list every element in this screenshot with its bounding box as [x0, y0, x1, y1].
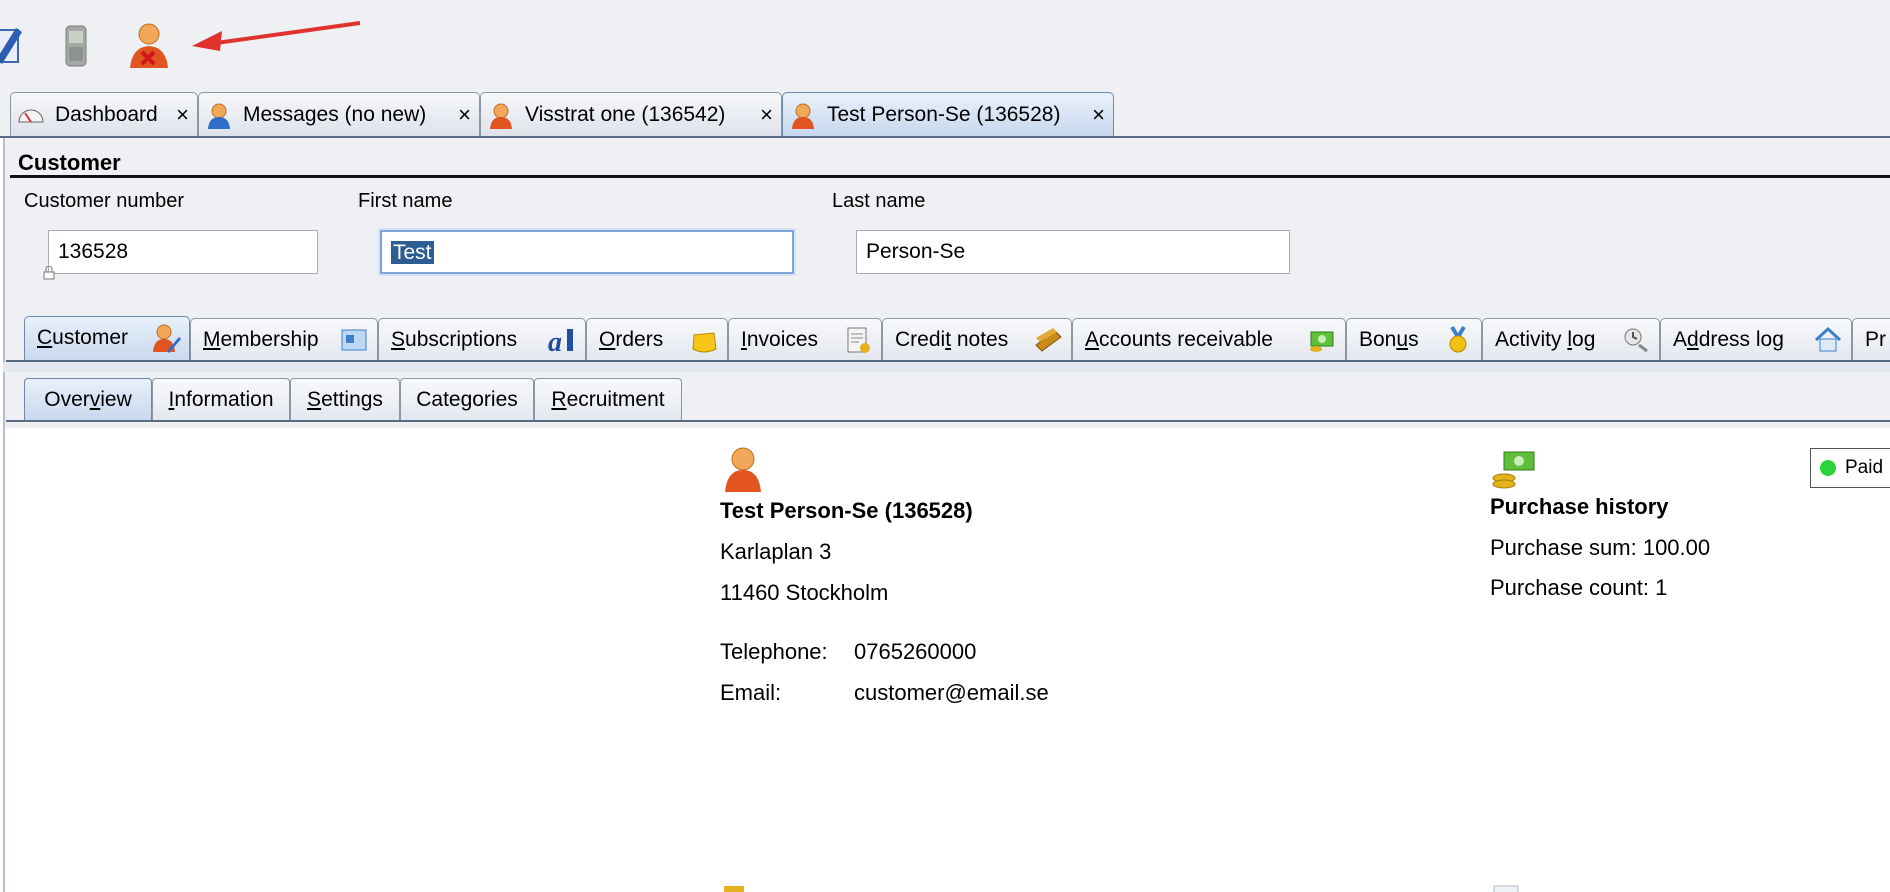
tab-messages[interactable]: Messages (no new) × [198, 92, 480, 137]
tab-more[interactable]: Pr [1852, 318, 1890, 361]
tab-membership[interactable]: Membership [190, 318, 378, 361]
person-message-icon [208, 103, 230, 129]
tab-label: Information [168, 388, 274, 411]
email-label: Email: [720, 680, 782, 705]
tab-label: Orders [599, 328, 664, 351]
tab-information[interactable]: Information [152, 378, 290, 421]
tab-label: Membership [203, 328, 319, 351]
money-stack-icon [1492, 451, 1535, 489]
tab-label: Messages (no new) [243, 103, 427, 126]
customer-number-label: Customer number [24, 190, 185, 212]
tab-label: Customer [37, 326, 129, 349]
tab-subscriptions[interactable]: Subscriptions a [378, 318, 586, 361]
toolbar [0, 0, 1890, 92]
tab-label: Overview [44, 388, 132, 411]
credit-notes-icon [1035, 328, 1062, 352]
person-icon [725, 447, 761, 492]
telephone-value: 0765260000 [854, 639, 977, 664]
tab-invoices[interactable]: Invoices [728, 318, 882, 361]
tab-accounts-receivable[interactable]: Accounts receivable [1072, 318, 1346, 361]
tab-label: Settings [307, 388, 383, 411]
telephone-label: Telephone: [720, 639, 828, 664]
tab-credit-notes[interactable]: Credit notes [882, 318, 1072, 361]
compose-icon[interactable] [0, 20, 36, 70]
postal-address: 11460 Stockholm [720, 580, 889, 605]
lock-icon [43, 266, 55, 280]
last-name-value: Person-Se [866, 240, 966, 263]
section-title: Customer [18, 150, 121, 175]
person-remove-icon[interactable] [124, 20, 174, 70]
last-name-label: Last name [832, 190, 926, 212]
close-icon[interactable]: × [1092, 93, 1105, 137]
purchase-history-title: Purchase history [1490, 494, 1669, 519]
tab-label: Recruitment [551, 388, 665, 411]
tab-label: Accounts receivable [1085, 328, 1273, 351]
tab-address-log[interactable]: Address log [1660, 318, 1852, 361]
document-icon [1493, 885, 1519, 892]
person-icon [490, 103, 512, 129]
status-badge: Paid [1810, 448, 1890, 488]
money-stack-icon [1310, 331, 1334, 352]
orders-bag-icon [692, 332, 717, 353]
gauge-icon [18, 109, 44, 123]
tab-dashboard[interactable]: Dashboard × [10, 92, 198, 137]
tab-band [3, 362, 1890, 372]
tab-label: Dashboard [55, 103, 158, 126]
mobile-phone-icon[interactable] [52, 20, 102, 70]
close-icon[interactable]: × [760, 93, 773, 137]
purchase-sum: Purchase sum: 100.00 [1490, 535, 1711, 560]
tab-test-person-se[interactable]: Test Person-Se (136528) × [782, 92, 1114, 137]
first-name-value: Test [391, 241, 434, 264]
tab-label: Test Person-Se (136528) [827, 103, 1061, 126]
close-icon[interactable]: × [176, 93, 189, 137]
subscription-a-icon: a [548, 327, 573, 355]
street-address: Karlaplan 3 [720, 539, 832, 564]
tab-label: Address log [1673, 328, 1784, 351]
first-name-field[interactable]: Test [380, 230, 794, 274]
person-icon [792, 103, 814, 129]
tab-label: Credit notes [895, 328, 1009, 351]
annotation-arrow-icon [192, 21, 361, 51]
customer-number-value: 136528 [58, 240, 129, 263]
status-badge-label: Paid [1845, 457, 1884, 478]
tab-activity-log[interactable]: Activity log [1482, 318, 1660, 361]
customer-number-field[interactable]: 136528 [48, 230, 318, 274]
tab-orders[interactable]: Orders [586, 318, 728, 361]
tab-recruitment[interactable]: Recruitment [534, 378, 682, 421]
medal-icon [1449, 325, 1467, 353]
tab-label: Categories [416, 388, 518, 411]
tab-bonus[interactable]: Bonus [1346, 318, 1482, 361]
document-tab-bar: Dashboard × Messages (no new) × Visstrat… [0, 92, 1890, 138]
close-icon[interactable]: × [458, 93, 471, 137]
tab-label: Invoices [741, 328, 819, 351]
section-divider [10, 175, 1890, 178]
invoice-document-icon [847, 327, 870, 353]
coin-icon [724, 886, 744, 892]
tab-label: Activity log [1495, 328, 1596, 351]
status-dot-icon [1820, 460, 1836, 476]
tab-overview[interactable]: Overview [24, 378, 152, 421]
house-icon [1814, 326, 1842, 352]
activity-log-icon [1624, 328, 1648, 353]
person-edit-icon [153, 324, 181, 353]
first-name-label: First name [358, 190, 453, 212]
svg-text:a: a [548, 327, 562, 355]
tab-settings[interactable]: Settings [290, 378, 400, 421]
tab-label: Subscriptions [391, 328, 518, 351]
tab-categories[interactable]: Categories [400, 378, 534, 421]
tab-label: Bonus [1359, 328, 1419, 351]
last-name-field[interactable]: Person-Se [856, 230, 1290, 274]
tab-label: Pr [1865, 328, 1886, 351]
tab-label: Visstrat one (136542) [525, 103, 726, 126]
membership-card-icon [341, 329, 367, 351]
customer-name: Test Person-Se (136528) [720, 498, 973, 523]
tab-divider [6, 420, 1890, 422]
tab-customer[interactable]: Customer [24, 316, 190, 363]
email-value: customer@email.se [854, 680, 1049, 705]
purchase-count: Purchase count: 1 [1490, 575, 1668, 600]
tab-visstrat-one[interactable]: Visstrat one (136542) × [480, 92, 782, 137]
